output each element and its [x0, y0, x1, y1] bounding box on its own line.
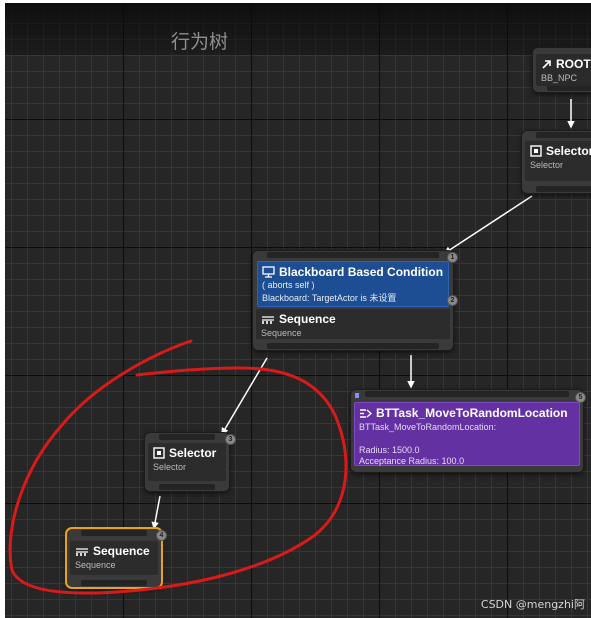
- red-annotation-circle: [8, 339, 348, 595]
